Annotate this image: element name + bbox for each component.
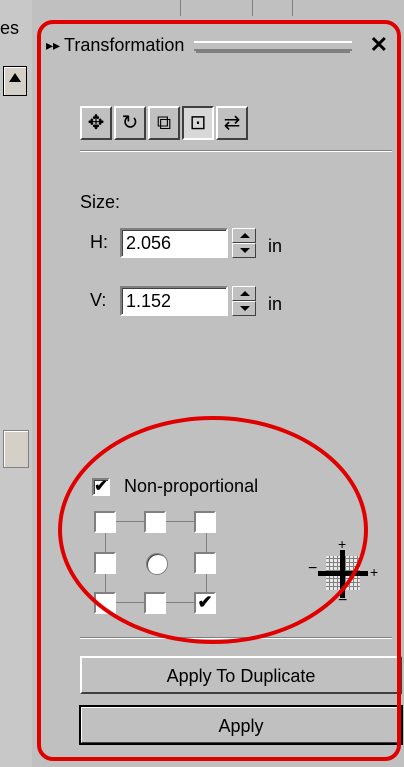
skew-button[interactable]: ⇄	[216, 106, 248, 140]
size-label: Size:	[80, 192, 121, 212]
scrollbar-thumb[interactable]	[3, 430, 29, 468]
rotate-icon: ↻	[121, 112, 139, 134]
position-button[interactable]: ✥	[80, 106, 112, 140]
adjacent-docker-tab[interactable]: es	[0, 18, 28, 39]
adjacent-docker-strip: es	[0, 0, 33, 767]
scale-mirror-icon: ⧉	[156, 112, 172, 134]
anchor-bottom-left[interactable]	[94, 592, 116, 614]
spin-up-icon[interactable]	[232, 228, 256, 243]
height-input[interactable]: 2.056	[120, 228, 228, 258]
checkmark-icon: ✔	[197, 592, 213, 612]
checkmark-icon: ✔	[94, 478, 108, 495]
apply-to-duplicate-button[interactable]: Apply To Duplicate	[80, 656, 402, 694]
topbar-divider	[180, 0, 181, 16]
size-icon: ⊡	[189, 112, 207, 134]
anchor-bottom-right[interactable]: ✔	[194, 592, 216, 614]
anchor-top-left[interactable]	[94, 511, 116, 533]
anchor-middle-right[interactable]	[194, 552, 216, 574]
plus-icon: +	[338, 536, 347, 552]
height-label: H:	[90, 232, 108, 252]
width-label: V:	[90, 290, 107, 310]
transformation-docker: ▸▸ Transformation ✕ ✥ ↻ ⧉ ⊡ ⇄ Size: H: 2…	[32, 16, 404, 767]
width-spinner[interactable]	[232, 286, 256, 316]
spin-up-icon[interactable]	[232, 286, 256, 301]
minus-icon: −	[338, 592, 348, 609]
grip-lines	[194, 41, 352, 51]
collapse-arrows-icon[interactable]: ▸▸	[46, 34, 60, 56]
non-proportional-label: Non-proportional	[124, 476, 259, 496]
size-button[interactable]: ⊡	[182, 106, 214, 140]
skew-icon: ⇄	[223, 112, 241, 134]
scale-mirror-button[interactable]: ⧉	[148, 106, 180, 140]
minus-icon: −	[308, 560, 318, 577]
width-unit: in	[268, 294, 283, 314]
divider	[80, 637, 392, 639]
topbar-divider	[292, 0, 293, 16]
divider	[80, 150, 392, 152]
anchor-center-radio[interactable]	[146, 553, 168, 575]
move-arrows-icon: ✥	[87, 112, 105, 134]
close-icon[interactable]: ✕	[370, 34, 388, 56]
apply-button[interactable]: Apply	[79, 705, 403, 745]
top-ruler-bar	[32, 0, 404, 17]
direction-grid-icon: + + − −	[308, 536, 378, 609]
spin-down-icon[interactable]	[232, 243, 256, 258]
height-spinner[interactable]	[232, 228, 256, 258]
scroll-up-arrow-icon	[9, 73, 21, 82]
anchor-middle-left[interactable]	[94, 552, 116, 574]
spin-down-icon[interactable]	[232, 301, 256, 316]
docker-title: Transformation	[64, 35, 185, 55]
docker-titlebar[interactable]: ▸▸ Transformation ✕	[40, 34, 400, 56]
anchor-top-right[interactable]	[194, 511, 216, 533]
anchor-top-center[interactable]	[144, 511, 166, 533]
cross-horizontal	[318, 571, 368, 576]
plus-icon: +	[370, 564, 379, 580]
non-proportional-checkbox[interactable]: ✔	[92, 478, 110, 496]
rotate-button[interactable]: ↻	[114, 106, 146, 140]
anchor-bottom-center[interactable]	[144, 592, 166, 614]
height-unit: in	[268, 236, 283, 256]
scroll-up-button[interactable]	[3, 66, 27, 96]
topbar-divider	[252, 0, 253, 16]
width-input[interactable]: 1.152	[120, 286, 228, 316]
